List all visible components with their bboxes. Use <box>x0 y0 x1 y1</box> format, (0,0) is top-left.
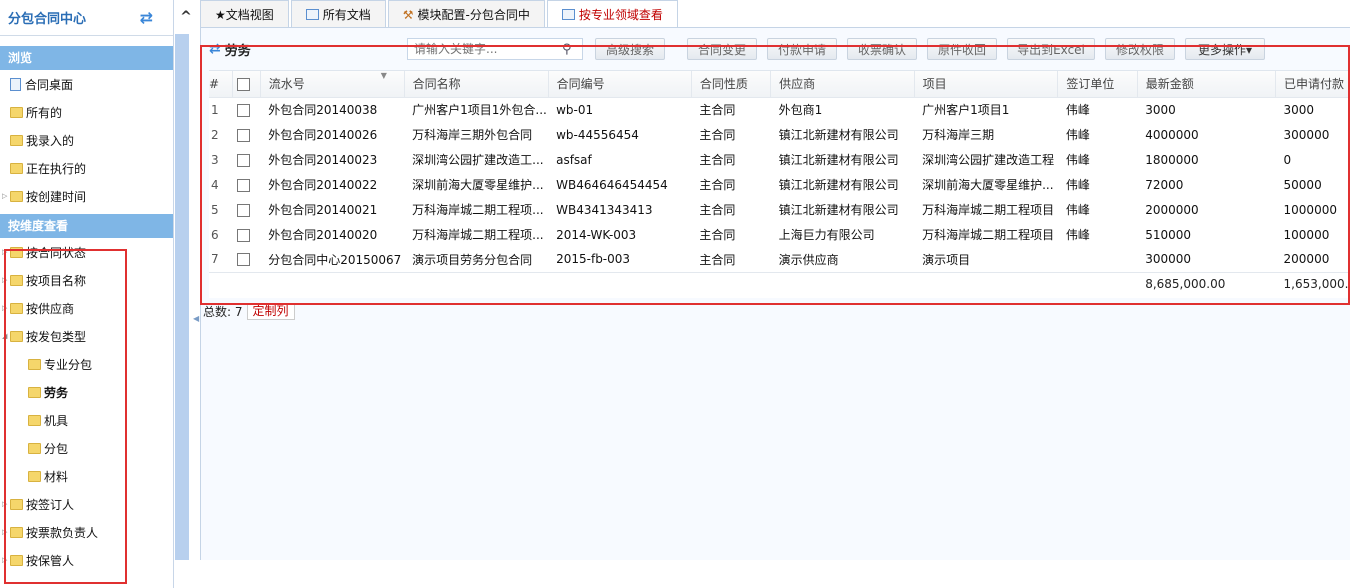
sidebar-item-label: 按创建时间 <box>26 189 87 204</box>
section-by-dimension: 按维度查看 <box>0 214 173 238</box>
folder-icon <box>10 134 23 146</box>
highlight-box-grid <box>200 45 1350 305</box>
table-icon <box>305 9 319 20</box>
tab-by-specialty[interactable]: 按专业领域查看 <box>546 0 678 28</box>
splitter-arrow-icon[interactable]: ◀ <box>193 314 199 323</box>
table-icon <box>561 9 575 20</box>
folder-icon <box>10 190 23 202</box>
section-browse: 浏览 <box>0 46 173 70</box>
browse-list: 合同桌面 所有的 我录入的 正在执行的 ▷ 按创建时间 <box>0 70 173 210</box>
collapse-panel-button[interactable]: ^ <box>174 0 198 34</box>
tab-label: 模块配置-分包合同中 <box>417 8 530 22</box>
tab-bar: ★文档视图 所有文档 ⚒ 模块配置-分包合同中 按专业领域查看 <box>200 0 680 28</box>
splitter-bar[interactable] <box>175 34 189 560</box>
sidebar-title: 分包合同中心 <box>8 12 87 27</box>
customize-columns-button[interactable]: 定制列 <box>246 303 295 320</box>
sidebar-item-label: 所有的 <box>26 105 63 120</box>
total-label: 总数: <box>203 305 232 319</box>
sidebar-item-label: 正在执行的 <box>26 161 87 176</box>
chevron-up-icon: ^ <box>180 9 192 25</box>
folder-icon <box>10 106 23 118</box>
sidebar-item-by-created-time[interactable]: ▷ 按创建时间 <box>0 182 173 210</box>
sidebar-item-contract-desktop[interactable]: 合同桌面 <box>0 70 173 98</box>
sidebar-item-in-progress[interactable]: 正在执行的 <box>0 154 173 182</box>
tab-document-view[interactable]: ★文档视图 <box>200 0 289 28</box>
tab-label: 所有文档 <box>322 8 371 22</box>
sidebar-item-label: 合同桌面 <box>25 77 74 92</box>
document-icon <box>10 77 21 91</box>
sidebar-item-all[interactable]: 所有的 <box>0 98 173 126</box>
total-count-value: 7 <box>234 305 243 319</box>
sidebar-item-label: 我录入的 <box>26 133 75 148</box>
tab-all-documents[interactable]: 所有文档 <box>290 0 386 28</box>
sidebar-item-my-entries[interactable]: 我录入的 <box>0 126 173 154</box>
tools-icon: ⚒ <box>402 7 414 22</box>
highlight-box-sidebar <box>4 249 127 584</box>
grid-footer: 总数: 7 定制列 <box>203 303 295 320</box>
folder-icon <box>10 162 23 174</box>
tab-label: 按专业领域查看 <box>578 8 663 22</box>
tab-module-config[interactable]: ⚒ 模块配置-分包合同中 <box>387 0 545 28</box>
expand-triangle-icon[interactable]: ▷ <box>2 192 8 200</box>
total-count: 总数: 7 <box>203 303 243 320</box>
refresh-icon[interactable]: ⇄ <box>140 8 153 27</box>
tab-label: ★文档视图 <box>215 8 274 22</box>
sidebar-header: 分包合同中心 ⇄ <box>0 0 173 36</box>
